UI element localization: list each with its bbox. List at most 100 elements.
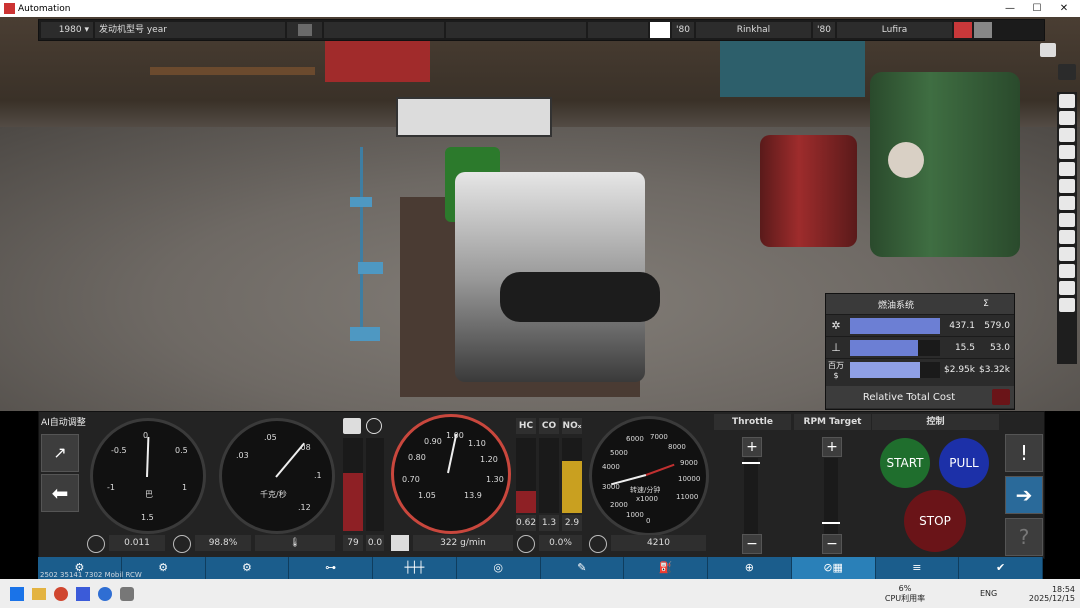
tab-finish[interactable]: ✔ (959, 557, 1043, 579)
blue-probe-plate (350, 197, 372, 207)
relative-total-cost: Relative Total Cost (826, 386, 1014, 408)
rpm-plus-button[interactable]: + (822, 437, 842, 457)
chrome-icon[interactable] (54, 586, 68, 601)
folder-icon[interactable] (32, 587, 46, 600)
tab-top-end[interactable]: ┼┼┼ (373, 557, 457, 579)
nox-bar-fill (562, 460, 582, 513)
cost-panel: 燃油系统 Σ ✲ 437.1 579.0 ⊥ 15.5 53.0 百万$ $2.… (825, 293, 1015, 410)
co-bar (539, 438, 559, 513)
gauge-icon (173, 535, 191, 553)
browser-icon[interactable] (98, 586, 112, 601)
tick-label: .1 (314, 471, 322, 480)
back-arrow-icon[interactable]: ⬅ (41, 474, 79, 512)
start-button[interactable]: START (880, 438, 930, 488)
rpm-target-slider-handle[interactable] (822, 522, 840, 524)
hc-bar-fill (516, 490, 536, 513)
pressure-readout: 0.011 (109, 535, 165, 551)
throttle-slider[interactable] (742, 458, 760, 538)
car1-name[interactable]: Rinkhal (696, 22, 811, 38)
forward-arrow-icon[interactable]: ➔ (1005, 476, 1043, 514)
airflow-readout: 98.8% (195, 535, 251, 551)
eye-icon[interactable] (992, 389, 1010, 405)
tool-button-10-icon[interactable] (1059, 247, 1075, 261)
tab-fuel[interactable]: ✎ (541, 557, 625, 579)
cost-value: 437.1 (949, 320, 975, 331)
tick-label: 7000 (650, 433, 668, 441)
pull-button[interactable]: PULL (939, 438, 989, 488)
camera-icon[interactable] (1040, 43, 1056, 57)
temp-readout: 79 (343, 535, 363, 551)
ai-icon[interactable] (76, 586, 90, 601)
gauge-needle (610, 474, 647, 486)
tool-button-4-icon[interactable] (1059, 145, 1075, 159)
cost-value: 15.5 (954, 342, 975, 353)
car2-name[interactable]: Lufira (837, 22, 952, 38)
tool-button-2-icon[interactable] (1059, 111, 1075, 125)
throttle-plus-button[interactable]: + (742, 437, 762, 457)
start-icon[interactable] (10, 586, 24, 601)
throttle-minus-button[interactable]: − (742, 534, 762, 554)
thermometer-icon: 🌡 (255, 535, 335, 551)
blue-shelf (720, 37, 865, 97)
alert-icon[interactable]: ! (1005, 434, 1043, 472)
cost-row-label: 百万$ (828, 360, 844, 380)
fuel-icon (343, 418, 361, 434)
back-arrow-icon[interactable] (974, 22, 992, 38)
tab-head[interactable]: ⚙ (206, 557, 290, 579)
engine-name-field[interactable]: 发动机型号 year (95, 22, 285, 38)
tool-button-1-icon[interactable] (1059, 94, 1075, 108)
close-button[interactable]: ✕ (1052, 0, 1076, 17)
tick-label: 5000 (610, 449, 628, 457)
tab-bottom-end[interactable]: ⊶ (289, 557, 373, 579)
tool-button-13-icon[interactable] (1059, 298, 1075, 312)
year-select[interactable]: 1980 ▾ (41, 22, 93, 38)
cost-panel-header: 燃油系统 Σ (826, 294, 1014, 314)
temp-bar-2 (366, 438, 384, 531)
tool-button-8-icon[interactable] (1059, 213, 1075, 227)
tick-label: 0.70 (402, 475, 420, 484)
tab-test[interactable]: ⊘▦ (791, 557, 876, 579)
tool-button-9-icon[interactable] (1059, 230, 1075, 244)
tab-tuning[interactable]: ≡ (876, 557, 960, 579)
cpu-widget[interactable]: 6% CPU利用率 (880, 579, 930, 608)
eye-icon[interactable] (1058, 64, 1076, 80)
tick-label: .12 (298, 503, 311, 512)
rpm-target-slider[interactable] (822, 458, 840, 538)
list-icon[interactable] (650, 22, 670, 38)
help-icon[interactable]: ? (1005, 518, 1043, 556)
tab-fuel-system[interactable]: ⛽ (624, 557, 708, 579)
transfer-icon[interactable] (287, 22, 322, 38)
tool-button-6-icon[interactable] (1059, 179, 1075, 193)
tab-aspiration[interactable]: ◎ (457, 557, 541, 579)
tool-button-12-icon[interactable] (1059, 281, 1075, 295)
taskbar-lang[interactable]: ENG (980, 579, 997, 608)
stop-button[interactable]: STOP (904, 490, 966, 552)
maximize-button[interactable]: ☐ (1025, 0, 1049, 17)
minimize-button[interactable]: — (998, 0, 1022, 17)
co-value: 1.3 (539, 515, 559, 531)
graph-icon[interactable]: ↗ (41, 434, 79, 472)
nox-label: NOₓ (562, 418, 582, 434)
rpm-minus-button[interactable]: − (822, 534, 842, 554)
clock[interactable]: 18:54 2025/12/15 (1029, 579, 1075, 608)
cost-total: 579.0 (984, 320, 1010, 331)
barrel-logo (888, 142, 924, 178)
tool-button-3-icon[interactable] (1059, 128, 1075, 142)
compare-icon[interactable] (954, 22, 972, 38)
tool-button-11-icon[interactable] (1059, 264, 1075, 278)
hc-bar (516, 438, 536, 513)
red-barrel (760, 135, 857, 247)
cost-row: ✲ 437.1 579.0 (826, 314, 1014, 336)
car2-year: '80 (813, 22, 835, 38)
right-toolbar (1057, 92, 1077, 364)
automation-app-icon[interactable] (120, 586, 134, 601)
app-icon (4, 3, 15, 14)
tool-button-7-icon[interactable] (1059, 196, 1075, 210)
tool-button-5-icon[interactable] (1059, 162, 1075, 176)
tick-label: 11000 (676, 493, 699, 501)
tick-label: .03 (236, 451, 249, 460)
injector-icon (391, 535, 409, 551)
tab-exhaust[interactable]: ⊕ (708, 557, 792, 579)
tick-label: 1 (182, 483, 188, 492)
throttle-slider-handle[interactable] (742, 462, 760, 464)
